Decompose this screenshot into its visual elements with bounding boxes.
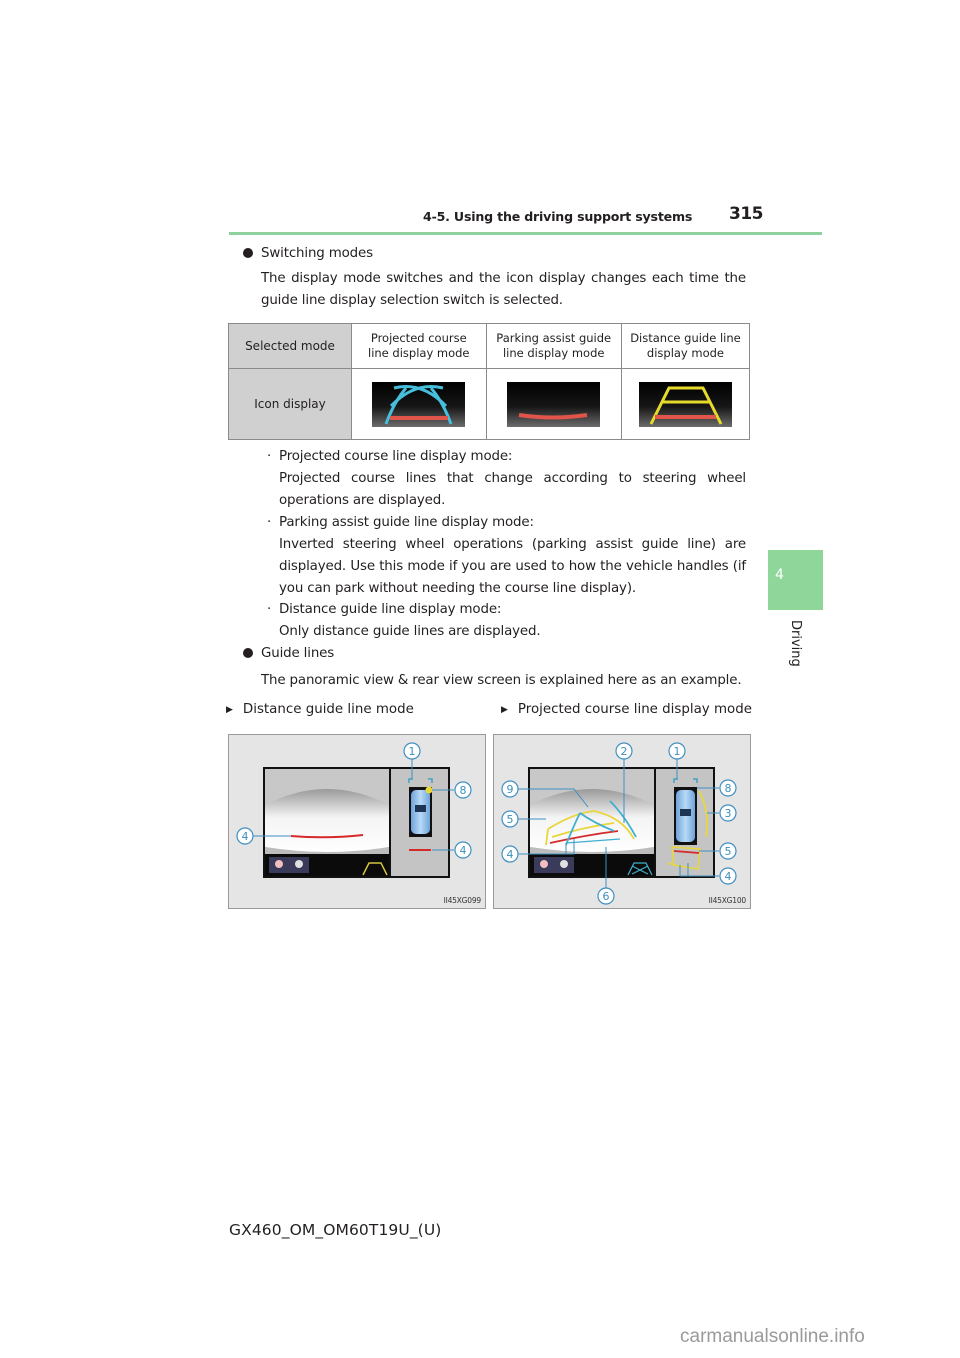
figure-code: II45XG100	[708, 896, 747, 905]
figure-projected-course-line-mode: 2 1 8 9 3 5 5 4 4 6 II45XG100	[493, 734, 751, 909]
mode-description-title: Parking assist guide line display mode:	[279, 515, 534, 530]
section-title: 4-5. Using the driving support systems	[423, 209, 693, 224]
mode-description-projected: · Projected course line display mode: Pr…	[267, 446, 746, 512]
bullet-icon	[243, 248, 253, 258]
callout-4: 4	[242, 830, 249, 843]
sub-bullet-icon: ·	[267, 602, 272, 617]
sub-bullet-icon: ·	[267, 449, 272, 464]
guide-lines-heading: Guide lines	[243, 643, 334, 665]
mode-description-title: Projected course line display mode:	[279, 449, 513, 464]
figure-caption-projected: ▶ Projected course line display mode	[501, 702, 752, 717]
mode-cell-parking-assist: Parking assist guide line display mode	[485, 323, 622, 369]
figure-caption-text: Projected course line display mode	[517, 702, 752, 717]
mode-description-distance: · Distance guide line display mode: Only…	[267, 599, 746, 643]
callout-6: 6	[603, 890, 610, 903]
guide-lines-paragraph: The panoramic view & rear view screen is…	[261, 673, 742, 688]
chapter-label: Driving	[788, 620, 803, 667]
callout-8: 8	[725, 782, 732, 795]
callout-4: 4	[460, 844, 467, 857]
table-row-icon-display: Icon display	[228, 368, 751, 440]
table-row-selected-mode: Selected mode Projected course line disp…	[228, 323, 751, 369]
figure-illustration: 2 1 8 9 3 5 5 4 4 6	[501, 742, 737, 905]
triangle-right-icon: ▶	[226, 705, 233, 715]
figure-caption-distance: ▶ Distance guide line mode	[226, 702, 414, 717]
switching-modes-heading: Switching modes	[243, 243, 373, 265]
page-number: 315	[729, 204, 764, 224]
document-code: GX460_OM_OM60T19U_(U)	[229, 1221, 442, 1239]
mode-description-parking-assist: · Parking assist guide line display mode…	[267, 512, 746, 600]
triangle-right-icon: ▶	[501, 705, 508, 715]
figure-distance-guide-line-mode: 1 8 4 4 II45XG099	[228, 734, 486, 909]
callout-1: 1	[674, 745, 681, 758]
callout-9: 9	[507, 783, 514, 796]
callout-2: 2	[621, 745, 628, 758]
icon-cell-parking-assist	[485, 368, 622, 440]
row-header-icon-display: Icon display	[228, 368, 352, 440]
callout-3: 3	[725, 807, 732, 820]
mode-cell-projected: Projected course line display mode	[351, 323, 487, 369]
callout-5: 5	[507, 813, 514, 826]
mode-description-title: Distance guide line display mode:	[279, 602, 502, 617]
parking-assist-guide-line-icon	[507, 381, 601, 427]
switching-modes-paragraph: The display mode switches and the icon d…	[261, 271, 746, 308]
callout-4: 4	[725, 870, 732, 883]
callout-4: 4	[507, 848, 514, 861]
figure-caption-text: Distance guide line mode	[242, 702, 414, 717]
mode-description-text: Inverted steering wheel operations (park…	[279, 537, 746, 596]
chapter-label-container: Driving	[785, 620, 805, 680]
chapter-tab[interactable]: 4	[768, 550, 823, 610]
icon-cell-distance	[620, 368, 751, 440]
sub-bullet-icon: ·	[267, 515, 272, 530]
callout-5: 5	[725, 845, 732, 858]
mode-description-text: Only distance guide lines are displayed.	[279, 624, 541, 639]
projected-course-lines-icon	[372, 381, 466, 427]
mode-table: Selected mode Projected course line disp…	[228, 323, 751, 440]
figure-code: II45XG099	[443, 896, 482, 905]
mode-description-text: Projected course lines that change accor…	[279, 471, 746, 508]
row-header-selected-mode: Selected mode	[228, 323, 352, 369]
header-rule	[229, 232, 822, 235]
callout-1: 1	[409, 745, 416, 758]
watermark-link[interactable]: carmanualsonline.info	[680, 1326, 865, 1348]
chapter-number: 4	[775, 567, 784, 583]
figure-illustration: 1 8 4 4	[236, 742, 472, 878]
switching-modes-heading-text: Switching modes	[261, 246, 373, 261]
mode-cell-distance: Distance guide line display mode	[620, 323, 751, 369]
distance-guide-lines-icon	[638, 381, 732, 427]
callout-8: 8	[460, 784, 467, 797]
bullet-icon	[243, 648, 253, 658]
guide-lines-heading-text: Guide lines	[261, 646, 335, 661]
icon-cell-projected	[351, 368, 487, 440]
